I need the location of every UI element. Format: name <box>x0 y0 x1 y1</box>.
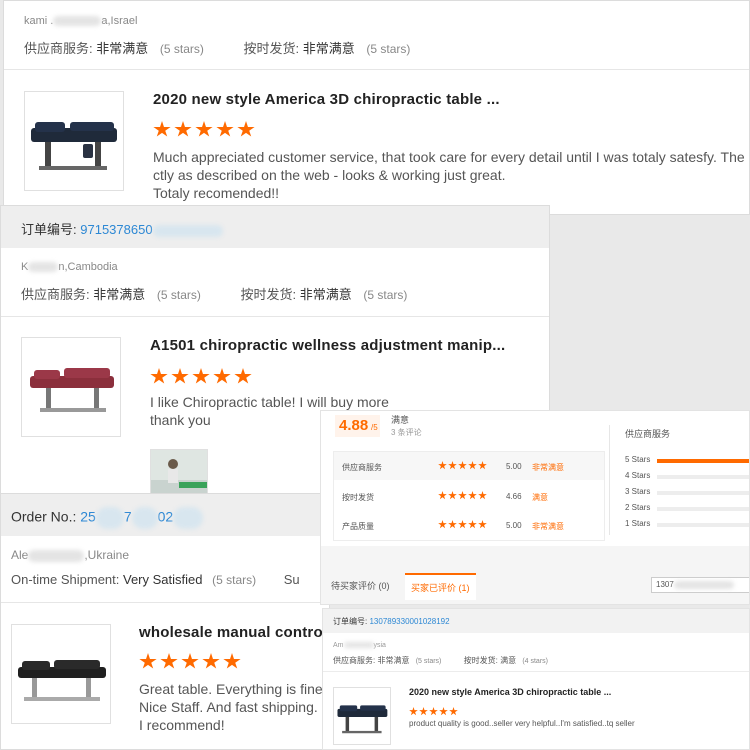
rating-stars <box>150 368 252 385</box>
star-icon <box>160 653 178 669</box>
reviewer-info: Am ysia <box>333 642 386 649</box>
star-icon <box>192 368 210 384</box>
distribution-title: 供应商服务 <box>625 429 671 439</box>
review-photo[interactable] <box>150 449 208 497</box>
review-comment: Much appreciated customer service, that … <box>153 149 750 201</box>
star-icon <box>171 368 189 384</box>
reviewer-info: kami . a,Israel <box>24 15 138 27</box>
product-thumbnail[interactable] <box>11 624 111 724</box>
screenshot-collage: kami . a,Israel 供应商服务: 非常满意 (5 stars) 按时发… <box>0 0 750 750</box>
review-comment: product quality is good..seller very hel… <box>409 719 635 728</box>
review-comment: Great table. Everything is fine a Nice S… <box>139 681 330 733</box>
reviewer-info: Kn,Cambodia <box>21 261 118 273</box>
divider <box>1 316 549 317</box>
product-title[interactable]: 2020 new style America 3D chiropractic t… <box>153 91 500 108</box>
product-thumbnail[interactable] <box>24 91 124 191</box>
product-title[interactable]: 2020 new style America 3D chiropractic t… <box>409 687 611 697</box>
overall-text: 满意 <box>391 415 410 425</box>
rating-summary-panel: 4.88 /5 满意 3 条评论 供应商服务 5.00 非常满意 按时发货 4.… <box>320 410 750 605</box>
rating-stars <box>139 653 241 670</box>
star-icon <box>449 707 458 716</box>
score-table: 供应商服务 5.00 非常满意 按时发货 4.66 满意 产品质量 5.00 非… <box>333 451 605 541</box>
product-thumbnail[interactable] <box>333 687 391 745</box>
divider <box>1 602 329 603</box>
rating-summary-line: 供应商服务: 非常满意 (5 stars) 按时发货: 非常满意 (5 star… <box>21 287 408 302</box>
star-icon <box>234 368 252 384</box>
star-icon <box>213 368 231 384</box>
overall-score-box: 4.88 /5 <box>335 415 380 437</box>
product-thumbnail[interactable] <box>21 337 121 437</box>
product-title[interactable]: A1501 chiropractic wellness adjustment m… <box>150 337 505 354</box>
order-number-link[interactable]: 9715378650 <box>80 222 152 237</box>
distribution-bar <box>657 459 749 463</box>
review-card-1: kami . a,Israel 供应商服务: 非常满意 (5 stars) 按时发… <box>3 0 750 215</box>
tab-completed-reviews[interactable]: 买家已评价 (1) <box>405 573 476 600</box>
star-icon <box>237 121 255 137</box>
review-card-3: Order No.: 25 7 02 Ale ,Ukraine On-time Shi… <box>0 493 330 750</box>
star-icon <box>181 653 199 669</box>
star-icon <box>139 653 157 669</box>
order-bar: 订单编号: 9715378650 <box>1 206 549 248</box>
star-icon <box>216 121 234 137</box>
rating-summary-line: On-time Shipment: Very Satisfied (5 star… <box>11 572 300 587</box>
star-icon <box>223 653 241 669</box>
distribution-chart: 5 Stars 4 Stars 3 Stars 2 Stars 1 Stars <box>625 453 749 533</box>
order-number-link[interactable]: 13078933000102819​2 <box>369 617 449 626</box>
star-icon <box>202 653 220 669</box>
star-icon <box>153 121 171 137</box>
star-icon <box>409 707 418 716</box>
rating-summary-line: 供应商服务: 非常满意 (5 stars) 按时发货: 非常满意 (5 star… <box>24 41 411 56</box>
star-icon <box>439 707 448 716</box>
divider <box>323 671 749 672</box>
star-icon <box>429 707 438 716</box>
review-count: 3 条评论 <box>391 428 422 437</box>
reviewer-info: Ale ,Ukraine <box>11 548 130 562</box>
order-bar: Order No.: 25 7 02 <box>1 494 329 536</box>
rating-summary-line: 供应商服务: 非常满意 (5 stars) 按时发货: 满意 (4 stars) <box>333 656 548 665</box>
order-search-input[interactable]: 1307 <box>651 577 749 593</box>
star-icon <box>419 707 428 716</box>
divider <box>4 69 749 70</box>
star-icon <box>174 121 192 137</box>
order-number-link[interactable]: 25 <box>80 509 96 525</box>
tab-pending-reviews[interactable]: 待买家评价 (0) <box>331 579 390 592</box>
rating-stars <box>153 121 255 138</box>
product-title[interactable]: wholesale manual control <box>139 624 327 641</box>
star-icon <box>150 368 168 384</box>
divider <box>609 425 610 535</box>
order-bar: 订单编号: 13078933000102819​2 <box>323 609 749 633</box>
star-icon <box>195 121 213 137</box>
review-card-4: 订单编号: 13078933000102819​2 Am ysia 供应商服务: … <box>322 608 750 750</box>
